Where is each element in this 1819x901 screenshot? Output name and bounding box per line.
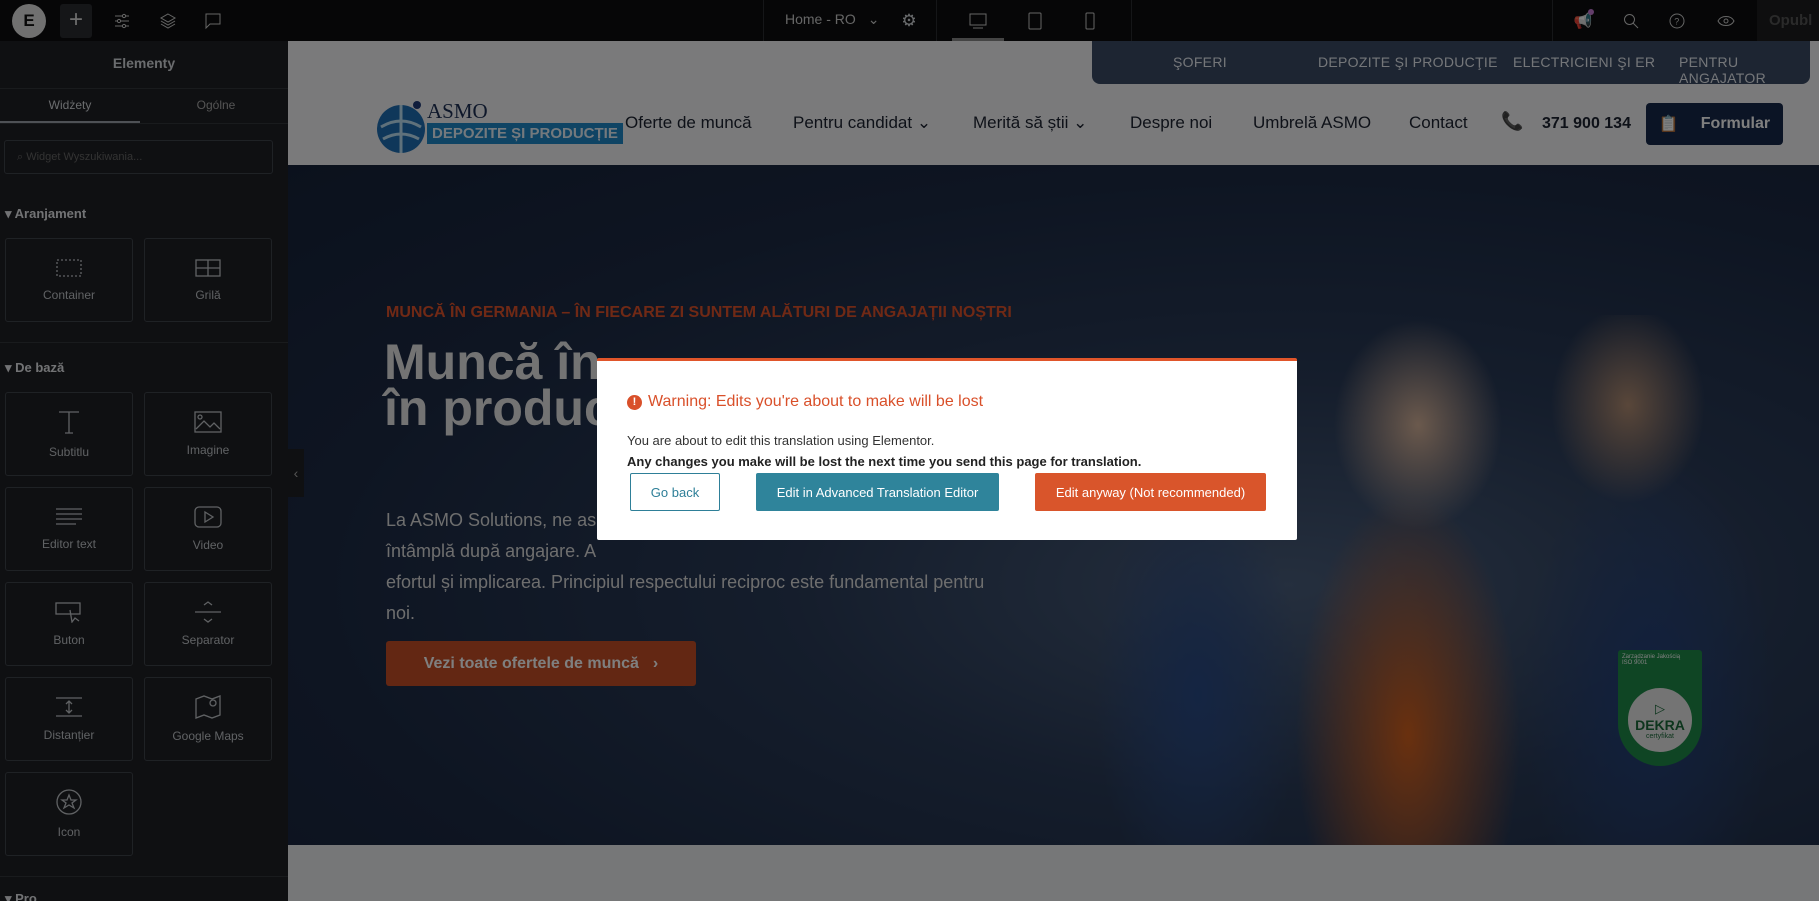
advanced-translation-editor-button[interactable]: Edit in Advanced Translation Editor xyxy=(756,473,999,511)
translation-warning-dialog: ! Warning: Edits you're about to make wil… xyxy=(597,358,1297,540)
warning-icon: ! xyxy=(627,394,642,410)
dialog-title-text: Warning: Edits you're about to make will… xyxy=(648,393,984,410)
go-back-button[interactable]: Go back xyxy=(630,473,720,511)
dialog-message: You are about to edit this translation u… xyxy=(627,433,935,448)
dialog-warning-message: Any changes you make will be lost the ne… xyxy=(627,454,1142,469)
dialog-title: ! Warning: Edits you're about to make wil… xyxy=(627,393,983,411)
edit-anyway-button[interactable]: Edit anyway (Not recommended) xyxy=(1035,473,1266,511)
